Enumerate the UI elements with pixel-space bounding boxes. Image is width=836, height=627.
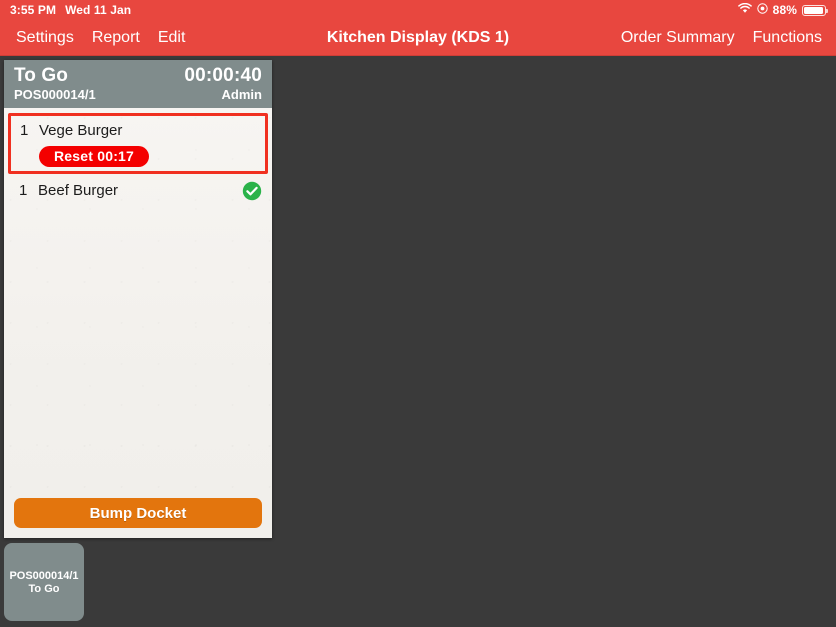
tray-tile-order-type: To Go: [28, 582, 60, 595]
wifi-icon: [737, 2, 752, 17]
status-time: 3:55 PM: [10, 3, 57, 17]
rotation-lock-icon: [756, 3, 768, 17]
docket-order-type: To Go: [14, 65, 68, 86]
status-bar-left: 3:55 PM Wed 11 Jan: [10, 3, 131, 17]
status-date: Wed 11 Jan: [65, 3, 132, 17]
nav-button-order-summary[interactable]: Order Summary: [621, 29, 735, 47]
reset-timer-button[interactable]: Reset 00:17: [39, 146, 150, 167]
table-row[interactable]: 1 Beef Burger: [8, 174, 268, 208]
item-details: Beef Burger: [38, 180, 242, 202]
docket-item-list: 1 Vege Burger Reset 00:17 1 Beef Burger: [4, 108, 272, 492]
tray-tile-docket[interactable]: POS000014/1 To Go: [4, 543, 84, 621]
docket-reference: POS000014/1: [14, 87, 96, 102]
battery-icon: [802, 4, 828, 16]
docket-footer: Bump Docket: [4, 492, 272, 538]
docket-user: Admin: [221, 87, 262, 102]
nav-left-group: Settings Report Edit: [16, 20, 185, 55]
tray-tile-reference: POS000014/1: [9, 569, 79, 582]
battery-percent-label: 88%: [772, 3, 797, 17]
docket-header-bottom-row: POS000014/1 Admin: [14, 87, 262, 102]
item-quantity: 1: [19, 182, 28, 199]
nav-bar: Settings Report Edit Kitchen Display (KD…: [0, 20, 836, 56]
item-name: Vege Burger: [39, 122, 123, 139]
docket-header-top-row: To Go 00:00:40: [14, 65, 262, 87]
status-bar-right: 88%: [737, 2, 828, 17]
check-circle-icon[interactable]: [242, 181, 262, 201]
bump-docket-button[interactable]: Bump Docket: [14, 498, 262, 528]
docket-card[interactable]: To Go 00:00:40 POS000014/1 Admin 1 Vege …: [4, 60, 272, 538]
nav-button-report[interactable]: Report: [92, 29, 140, 47]
nav-right-group: Order Summary Functions: [621, 20, 822, 55]
nav-button-functions[interactable]: Functions: [753, 29, 822, 47]
item-name: Beef Burger: [38, 182, 119, 199]
table-row[interactable]: 1 Vege Burger Reset 00:17: [8, 113, 268, 174]
item-details: Vege Burger Reset 00:17: [39, 120, 261, 167]
kds-screen: 3:55 PM Wed 11 Jan 88% Settings Report E…: [0, 0, 836, 627]
item-quantity: 1: [20, 122, 29, 139]
docket-header: To Go 00:00:40 POS000014/1 Admin: [4, 60, 272, 108]
nav-button-settings[interactable]: Settings: [16, 29, 74, 47]
status-bar: 3:55 PM Wed 11 Jan 88%: [0, 0, 836, 20]
nav-button-edit[interactable]: Edit: [158, 29, 186, 47]
docket-timer: 00:00:40: [184, 65, 262, 86]
docket-tray: POS000014/1 To Go: [0, 538, 836, 627]
